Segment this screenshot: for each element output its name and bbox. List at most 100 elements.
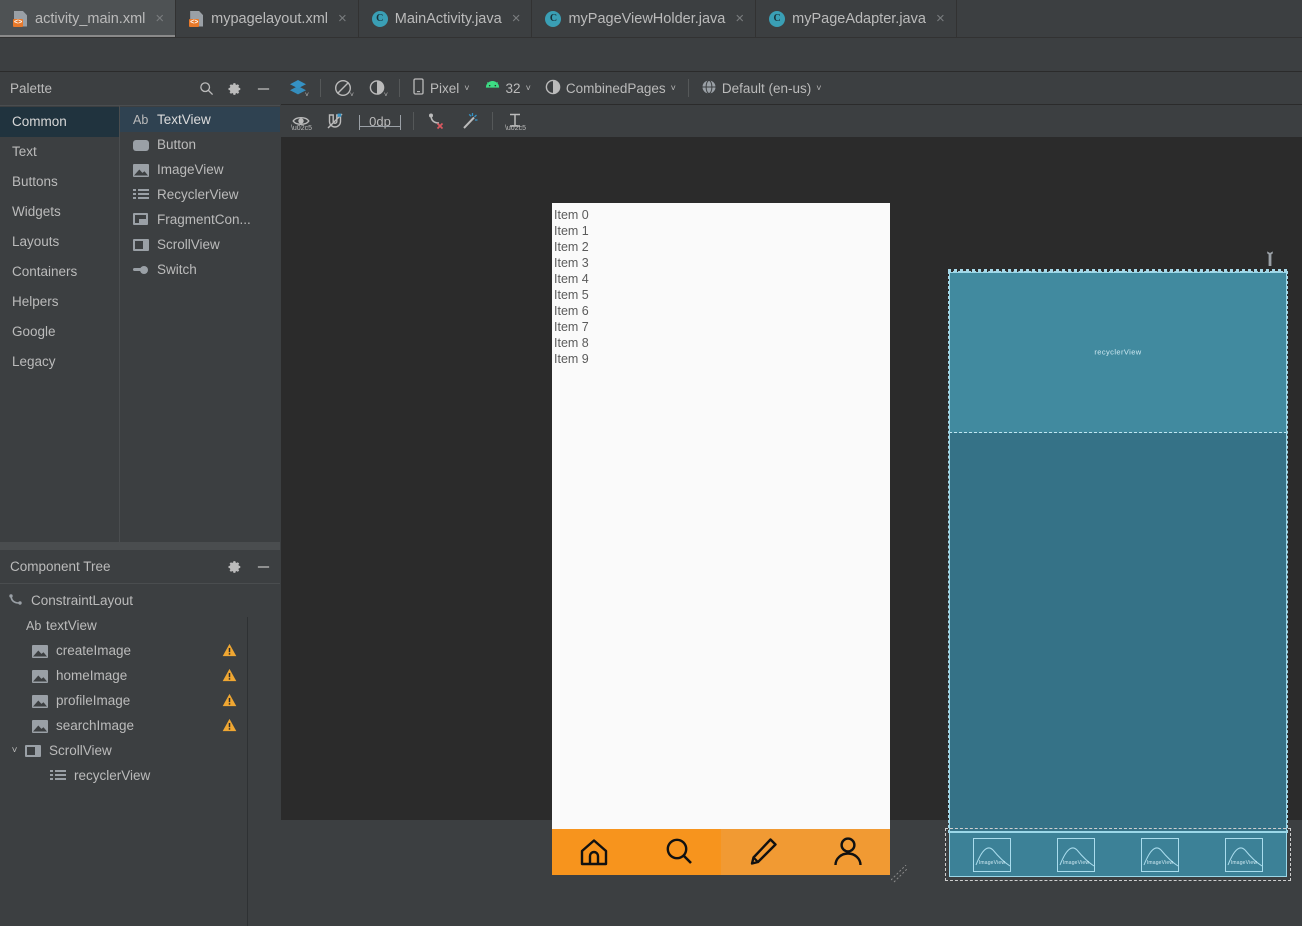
gear-icon[interactable] xyxy=(228,560,242,574)
nav-search-button[interactable] xyxy=(637,829,722,875)
blueprint-imageview-cell[interactable]: ImageView xyxy=(1118,837,1202,872)
palette-group-buttons[interactable]: Buttons xyxy=(0,167,119,197)
warning-icon[interactable] xyxy=(222,693,237,707)
locale-selector[interactable]: Default (en-us) ˅ xyxy=(694,72,829,105)
tab-mypageviewholder-java[interactable]: C myPageViewHolder.java × xyxy=(532,0,757,37)
minimize-icon[interactable] xyxy=(256,562,271,572)
toolbar-separator xyxy=(399,79,400,97)
nav-profile-button[interactable] xyxy=(805,829,890,875)
tab-close-icon[interactable]: × xyxy=(735,11,744,26)
chevron-down-icon[interactable]: ˅ xyxy=(350,92,354,99)
tab-mypageadapter-java[interactable]: C myPageAdapter.java × xyxy=(756,0,957,37)
list-item: Item 5 xyxy=(554,288,589,302)
chevron-down-icon[interactable]: ˅ xyxy=(526,83,531,93)
blueprint-scrollview[interactable]: recyclerView xyxy=(948,271,1288,833)
palette-item-imageview[interactable]: ImageView xyxy=(120,157,280,182)
visibility-button[interactable]: \u02c5 xyxy=(281,105,318,138)
blueprint-imageview-cell[interactable]: ImageView xyxy=(1034,837,1118,872)
tree-node-label: createImage xyxy=(56,643,132,658)
constraintlayout-icon xyxy=(8,593,24,608)
layers-icon: ˅ xyxy=(288,78,309,99)
theme-button[interactable]: ˅ xyxy=(360,72,394,105)
chevron-down-icon[interactable]: \u02c5 xyxy=(505,125,526,132)
app-theme-label: CombinedPages xyxy=(565,80,666,96)
tab-close-icon[interactable]: × xyxy=(155,11,164,26)
blueprint-view[interactable]: recyclerView ImageView ImageView ImageVi… xyxy=(945,203,1291,881)
design-mode-button[interactable]: ˅ xyxy=(281,72,315,105)
api-level-selector[interactable]: 32 ˅ xyxy=(477,72,538,105)
panel-splitter[interactable] xyxy=(0,542,280,550)
chevron-down-icon[interactable]: ˅ xyxy=(384,92,388,99)
blueprint-recyclerview[interactable]: recyclerView xyxy=(949,272,1287,433)
blueprint-imageview-cell[interactable]: ImageView xyxy=(1202,837,1286,872)
palette-group-common[interactable]: Common xyxy=(0,107,119,137)
warning-icon[interactable] xyxy=(222,668,237,682)
warning-icon[interactable] xyxy=(222,643,237,657)
tab-activity-main-xml[interactable]: activity_main.xml × xyxy=(0,0,177,37)
tree-node-createimage[interactable]: createImage xyxy=(0,638,280,663)
palette-group-widgets[interactable]: Widgets xyxy=(0,197,119,227)
list-item: Item 3 xyxy=(554,256,589,270)
blueprint-imageview-label: ImageView xyxy=(1062,859,1090,866)
palette-item-switch[interactable]: Switch xyxy=(120,257,280,282)
tab-close-icon[interactable]: × xyxy=(936,11,945,26)
margin-icon: 0dp xyxy=(359,112,401,130)
infer-constraints-button[interactable] xyxy=(453,105,487,138)
tab-mypagelayout-xml[interactable]: mypagelayout.xml × xyxy=(176,0,359,37)
tree-node-textview[interactable]: Ab textView xyxy=(0,613,280,638)
palette-item-label: Switch xyxy=(157,262,197,277)
palette-item-scrollview[interactable]: ScrollView xyxy=(120,232,280,257)
palette-item-button[interactable]: Button xyxy=(120,132,280,157)
tab-close-icon[interactable]: × xyxy=(338,11,347,26)
imageview-icon: ImageView xyxy=(1225,837,1263,872)
guidelines-button[interactable]: \u02c5 xyxy=(498,105,532,138)
chevron-down-icon[interactable]: ˅ xyxy=(8,745,21,756)
tree-node-searchimage[interactable]: searchImage xyxy=(0,713,280,738)
chevron-down-icon[interactable]: \u02c5 xyxy=(291,125,312,132)
chevron-down-icon[interactable]: ˅ xyxy=(464,83,469,93)
tree-node-scrollview[interactable]: ˅ ScrollView xyxy=(0,738,280,763)
chevron-down-icon[interactable]: ˅ xyxy=(671,83,676,93)
list-item: Item 1 xyxy=(554,224,589,238)
clear-constraints-button[interactable] xyxy=(419,105,453,138)
tree-node-profileimage[interactable]: profileImage xyxy=(0,688,280,713)
autoconnect-button[interactable] xyxy=(318,105,352,138)
device-preview[interactable]: Item 0 Item 1 Item 2 Item 3 Item 4 Item … xyxy=(552,203,890,875)
orientation-button[interactable]: ˅ xyxy=(326,72,360,105)
locale-label: Default (en-us) xyxy=(721,80,812,96)
minimize-icon[interactable] xyxy=(256,84,271,94)
search-icon[interactable] xyxy=(199,81,214,96)
java-class-icon: C xyxy=(371,10,388,27)
warning-icon[interactable] xyxy=(222,718,237,732)
imageview-icon: ImageView xyxy=(973,837,1011,872)
palette-item-textview[interactable]: Ab TextView xyxy=(120,107,280,132)
palette-group-helpers[interactable]: Helpers xyxy=(0,287,119,317)
palette-item-recyclerview[interactable]: RecyclerView xyxy=(120,182,280,207)
palette-group-layouts[interactable]: Layouts xyxy=(0,227,119,257)
default-margin-control[interactable]: 0dp xyxy=(352,105,408,138)
chevron-down-icon[interactable]: ˅ xyxy=(816,83,821,93)
gear-icon[interactable] xyxy=(228,82,242,96)
tab-close-icon[interactable]: × xyxy=(512,11,521,26)
tab-mainactivity-java[interactable]: C MainActivity.java × xyxy=(359,0,533,37)
tree-node-homeimage[interactable]: homeImage xyxy=(0,663,280,688)
palette-group-google[interactable]: Google xyxy=(0,317,119,347)
nav-create-button[interactable] xyxy=(721,829,806,875)
nav-home-button[interactable] xyxy=(552,829,637,875)
palette-title: Palette xyxy=(10,81,53,96)
palette-item-fragmentcontainer[interactable]: FragmentCon... xyxy=(120,207,280,232)
app-theme-selector[interactable]: CombinedPages ˅ xyxy=(538,72,683,105)
palette-group-legacy[interactable]: Legacy xyxy=(0,347,119,377)
blueprint-bottom-bar[interactable]: ImageView ImageView ImageView ImageView xyxy=(949,832,1287,877)
tree-node-constraintlayout[interactable]: ConstraintLayout xyxy=(0,588,280,613)
preview-resize-handle[interactable] xyxy=(890,864,909,883)
device-selector[interactable]: Pixel ˅ xyxy=(405,72,477,105)
blueprint-imageview-cell[interactable]: ImageView xyxy=(950,837,1034,872)
palette-group-text[interactable]: Text xyxy=(0,137,119,167)
eye-icon: \u02c5 xyxy=(291,111,312,132)
chevron-down-icon[interactable]: ˅ xyxy=(305,92,309,99)
component-tree-panel: Component Tree ConstraintLayout Ab textV… xyxy=(0,550,280,926)
tree-node-recyclerview[interactable]: recyclerView xyxy=(0,763,280,788)
tab-label: myPageAdapter.java xyxy=(792,10,926,27)
palette-group-containers[interactable]: Containers xyxy=(0,257,119,287)
